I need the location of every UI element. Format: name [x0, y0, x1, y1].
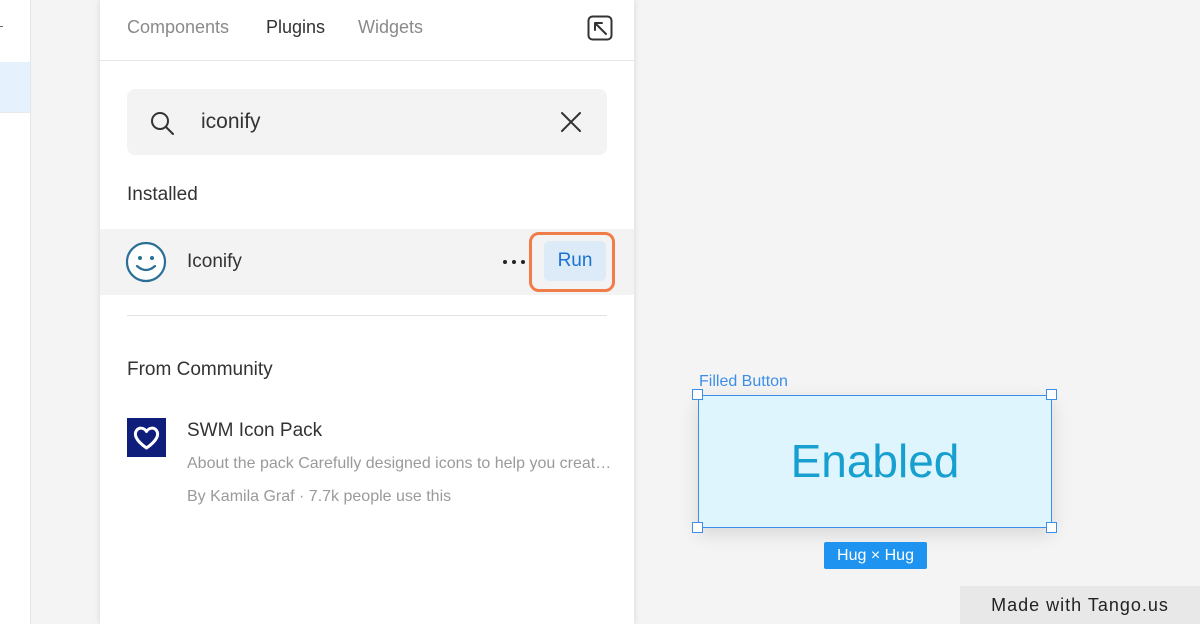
button-text: Enabled — [790, 435, 960, 487]
sidebar-selected-row[interactable] — [0, 62, 30, 112]
community-heading: From Community — [127, 359, 273, 380]
filled-button-component[interactable]: Enabled — [698, 395, 1052, 528]
installed-plugin-row[interactable]: Iconify Run — [100, 229, 634, 295]
resize-handle-top-left[interactable] — [692, 389, 703, 400]
resize-handle-top-right[interactable] — [1046, 389, 1057, 400]
frame-label[interactable]: Filled Button — [699, 373, 788, 391]
search-icon — [149, 110, 175, 136]
resources-panel: Components Plugins Widgets Installed — [100, 0, 634, 624]
tab-plugins[interactable]: Plugins — [266, 17, 325, 38]
run-plugin-button[interactable]: Run — [544, 241, 606, 281]
tango-watermark: Made with Tango.us — [960, 586, 1200, 624]
sidebar-divider — [0, 112, 30, 113]
sidebar-chevron[interactable] — [0, 26, 3, 27]
resources-tabs: Components Plugins Widgets — [100, 0, 634, 61]
installed-heading: Installed — [127, 184, 198, 205]
tab-widgets[interactable]: Widgets — [358, 17, 423, 38]
size-badge: Hug × Hug — [824, 542, 927, 569]
search-input[interactable] — [201, 106, 531, 138]
community-plugin-item[interactable]: SWM Icon Pack About the pack Carefully d… — [100, 404, 634, 514]
smiley-icon — [125, 241, 167, 283]
plugin-search — [127, 89, 607, 155]
plugin-name: Iconify — [187, 251, 242, 272]
resize-handle-bottom-right[interactable] — [1046, 522, 1057, 533]
layers-sidebar — [0, 0, 31, 624]
community-plugin-description: About the pack Carefully designed icons … — [187, 455, 612, 472]
community-plugin-title: SWM Icon Pack — [187, 420, 323, 441]
resize-handle-bottom-left[interactable] — [692, 522, 703, 533]
collapse-panel-icon[interactable] — [586, 14, 614, 42]
community-plugin-meta: By Kamila Graf · 7.7k people use this — [187, 488, 452, 505]
heart-icon — [127, 418, 166, 457]
section-divider — [127, 315, 607, 316]
tab-components[interactable]: Components — [127, 17, 229, 38]
more-options-icon[interactable] — [499, 247, 531, 277]
clear-search-icon[interactable] — [559, 110, 583, 134]
